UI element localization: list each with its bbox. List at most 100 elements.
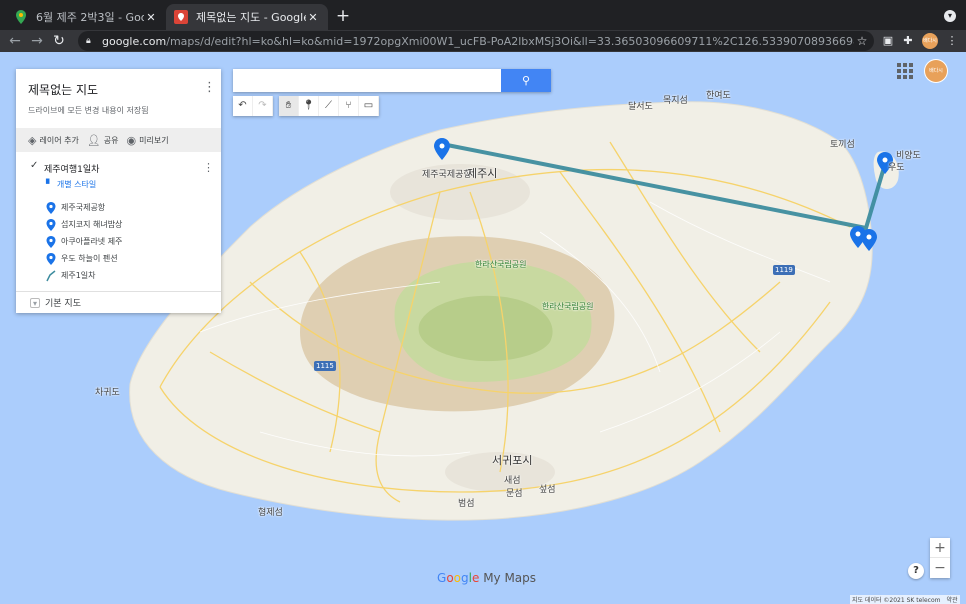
tab-search-icon[interactable]: ▾ xyxy=(944,10,956,22)
map-pin-icon xyxy=(46,218,56,231)
add-marker-icon[interactable]: 📍︎ xyxy=(299,96,319,116)
maps-pin-favicon-icon xyxy=(14,10,28,24)
label-seogwipo: 서귀포시 xyxy=(492,454,533,467)
label-jeju-city: 제주시 xyxy=(467,167,498,180)
eye-icon: ◉ xyxy=(126,133,137,147)
basemap-label: 기본 지도 xyxy=(45,299,81,309)
layer-item-list: 제주국제공항 섭지코지 해녀밥상 아쿠아플라넷 제주 우도 하늘이 펜션 제주1… xyxy=(46,199,122,284)
style-label: 개별 스타일 xyxy=(56,180,97,189)
measure-ruler-icon[interactable]: ▭ xyxy=(359,96,379,116)
tab-title: 제목없는 지도 - Google 내 지도 xyxy=(196,11,306,24)
browser-toolbar: ← → ↻ 🔒︎ google.com/maps/d/edit?hl=ko&hl… xyxy=(0,30,966,52)
map-data-credit: 지도 데이터 ©2021 SK telecom xyxy=(852,597,941,604)
save-status-text: 드라이브에 모든 변경 내용이 저장됨 xyxy=(28,106,149,115)
map-pin-icon xyxy=(46,235,56,248)
browser-tab-bar: 6월 제주 2박3일 - Google 지도 ✕ 제목없는 지도 - Googl… xyxy=(0,0,966,30)
layer-item-udo-pension[interactable]: 우도 하늘이 펜션 xyxy=(46,250,122,267)
forward-arrow-icon[interactable]: → xyxy=(28,32,46,50)
share-person-icon: 👤︎ xyxy=(86,133,101,147)
map-legend-panel: 제목없는 지도 ⋮ 드라이브에 모든 변경 내용이 저장됨 ◈ 레이어 추가 👤… xyxy=(16,69,221,313)
zoom-in-button[interactable]: + xyxy=(930,538,950,558)
account-avatar[interactable]: 배다시 xyxy=(925,60,947,82)
google-my-maps-logo: Google My Maps xyxy=(437,571,537,585)
browser-menu-icon[interactable]: ⋮ xyxy=(944,33,960,49)
panel-divider xyxy=(16,291,221,292)
reload-icon[interactable]: ↻ xyxy=(50,32,68,50)
basemap-toggle[interactable]: ▾ 기본 지도 xyxy=(30,296,81,309)
zoom-control: + − xyxy=(930,538,950,578)
back-arrow-icon[interactable]: ← xyxy=(6,32,24,50)
label-udo: 우도 xyxy=(888,163,905,173)
add-layer-label: 레이어 추가 xyxy=(39,135,79,145)
label-hallasan-park: 한라산국립공원 xyxy=(475,260,527,269)
extension-shield-icon[interactable]: ▣ xyxy=(880,33,896,49)
road-shield-1119: 1119 xyxy=(773,265,795,275)
zoom-out-button[interactable]: − xyxy=(930,558,950,578)
google-apps-icon[interactable] xyxy=(897,63,913,79)
search-icon: ⚲ xyxy=(521,74,531,87)
help-icon[interactable]: ? xyxy=(908,563,924,579)
preview-button[interactable]: ◉ 미리보기 xyxy=(127,134,169,147)
panel-action-bar: ◈ 레이어 추가 👤︎ 공유 ◉ 미리보기 xyxy=(16,128,221,152)
redo-icon[interactable]: ↷ xyxy=(253,96,273,116)
label-hallasan-park-2: 한라산국립공원 xyxy=(542,302,594,311)
route-line-icon xyxy=(46,269,56,281)
share-button[interactable]: 👤︎ 공유 xyxy=(87,134,119,147)
tab-title: 6월 제주 2박3일 - Google 지도 xyxy=(36,11,144,24)
expand-arrow-icon: ▾ xyxy=(30,297,40,308)
map-attribution: 지도 데이터 ©2021 SK telecom 약관 xyxy=(850,595,960,604)
more-options-icon[interactable]: ⋮ xyxy=(203,79,216,97)
label-hyeongjeseom: 형제섬 xyxy=(258,508,283,518)
profile-avatar[interactable]: 배다시 xyxy=(922,33,938,49)
individual-style-link[interactable]: ▘ 개별 스타일 xyxy=(46,179,96,190)
layer-item-aquaplanet[interactable]: 아쿠아플라넷 제주 xyxy=(46,233,122,250)
label-mokjiseom: 목지섬 xyxy=(663,96,688,106)
layer-visibility-checkbox[interactable]: ✓ xyxy=(30,161,40,171)
map-search-box: ⚲ xyxy=(233,69,551,92)
bookmark-star-icon[interactable]: ☆ xyxy=(854,34,870,48)
map-tools: ↶ ↷ ✋︎ 📍︎ ⟋ ⑂ ▭ xyxy=(233,96,385,116)
layer-item-label: 아쿠아플라넷 제주 xyxy=(61,237,123,246)
map-pin-icon xyxy=(46,252,56,265)
new-tab-button[interactable]: + xyxy=(333,6,353,26)
layer-options-icon[interactable]: ⋮ xyxy=(203,161,214,175)
extensions-puzzle-icon[interactable]: ✚ xyxy=(900,33,916,49)
search-input[interactable] xyxy=(233,69,501,92)
label-chagwido: 차귀도 xyxy=(95,388,120,398)
directions-icon[interactable]: ⑂ xyxy=(339,96,359,116)
undo-redo-group: ↶ ↷ xyxy=(233,96,273,116)
layer-item-route[interactable]: 제주1일차 xyxy=(46,267,122,284)
map-pin-icon xyxy=(46,201,56,214)
layer-item-label: 섭지코지 해녀밥상 xyxy=(61,220,123,229)
label-saeseom: 새섬 xyxy=(504,476,521,486)
draw-tools-group: ✋︎ 📍︎ ⟋ ⑂ ▭ xyxy=(279,96,379,116)
layer-item-jeju-airport[interactable]: 제주국제공항 xyxy=(46,199,122,216)
road-shield-1115: 1115 xyxy=(314,361,336,371)
layer-item-label: 제주국제공항 xyxy=(61,203,106,212)
label-beomseom: 범섬 xyxy=(458,499,475,509)
preview-label: 미리보기 xyxy=(139,135,169,145)
close-tab-icon[interactable]: ✕ xyxy=(306,11,320,24)
layer-item-label: 우도 하늘이 펜션 xyxy=(61,254,118,263)
tab-my-maps[interactable]: 제목없는 지도 - Google 내 지도 ✕ xyxy=(166,4,328,30)
layer-item-seopjikoji[interactable]: 섭지코지 해녀밥상 xyxy=(46,216,122,233)
search-button[interactable]: ⚲ xyxy=(501,69,551,92)
close-tab-icon[interactable]: ✕ xyxy=(144,11,158,24)
label-tokkiseom: 토끼섬 xyxy=(830,140,855,150)
map-title[interactable]: 제목없는 지도 xyxy=(28,81,98,98)
tab-google-maps[interactable]: 6월 제주 2박3일 - Google 지도 ✕ xyxy=(6,4,166,30)
label-jeju-airport: 제주국제공항 xyxy=(422,170,472,180)
share-label: 공유 xyxy=(103,135,119,145)
label-dalseodo: 달서도 xyxy=(628,102,653,112)
label-hanyeodo: 한여도 xyxy=(706,91,731,101)
address-bar[interactable]: 🔒︎ google.com/maps/d/edit?hl=ko&hl=ko&mi… xyxy=(78,31,874,51)
undo-icon[interactable]: ↶ xyxy=(233,96,253,116)
draw-line-icon[interactable]: ⟋ xyxy=(319,96,339,116)
layer-name[interactable]: 제주여행1일차 xyxy=(44,162,99,175)
url-text: google.com/maps/d/edit?hl=ko&hl=ko&mid=1… xyxy=(102,34,854,48)
add-layer-button[interactable]: ◈ 레이어 추가 xyxy=(28,134,79,147)
label-seopseom: 섶섬 xyxy=(539,485,556,495)
paint-roller-icon: ▘ xyxy=(46,179,53,190)
terms-link[interactable]: 약관 xyxy=(946,597,957,604)
hand-pan-icon[interactable]: ✋︎ xyxy=(279,96,299,116)
